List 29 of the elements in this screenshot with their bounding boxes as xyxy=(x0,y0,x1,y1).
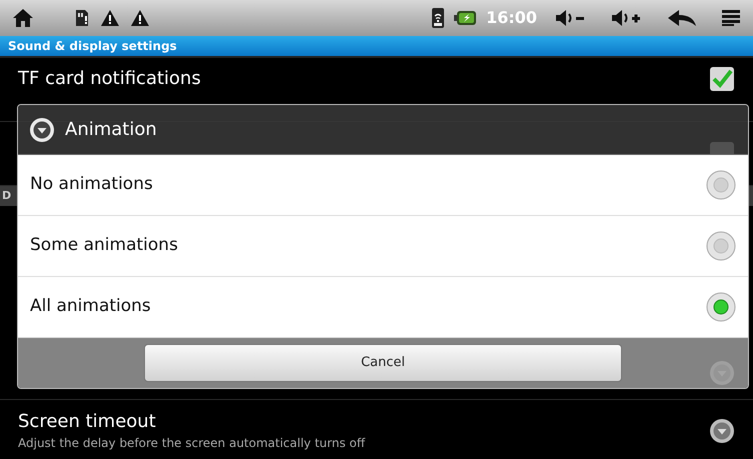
volume-up-icon[interactable] xyxy=(611,9,643,27)
animation-option[interactable]: No animations xyxy=(18,155,748,216)
volume-down-icon[interactable] xyxy=(555,9,587,27)
dropdown-icon xyxy=(29,116,55,142)
category-title: D xyxy=(2,188,12,204)
warning-icon xyxy=(130,9,150,27)
option-label: Some animations xyxy=(30,234,179,258)
screen-title: Sound & display settings xyxy=(8,38,177,55)
cancel-button[interactable]: Cancel xyxy=(144,344,622,382)
dropdown-icon[interactable] xyxy=(709,418,735,444)
menu-icon[interactable] xyxy=(721,9,741,27)
option-label: All animations xyxy=(30,295,152,318)
radio-button[interactable] xyxy=(706,292,736,322)
setting-title: TF card notifications xyxy=(18,66,202,90)
setting-summary: Adjust the delay before the screen automatically turns off xyxy=(18,434,366,452)
signal-icon xyxy=(432,8,444,28)
setting-title: Screen timeout xyxy=(18,410,157,434)
sd-card-icon xyxy=(74,9,90,27)
warning-icon xyxy=(100,9,120,27)
home-icon[interactable] xyxy=(12,8,34,28)
dialog-title: Animation xyxy=(65,118,157,142)
radio-button[interactable] xyxy=(706,231,736,261)
clock: 16:00 xyxy=(486,7,537,29)
radio-button[interactable] xyxy=(706,170,736,200)
option-label: No animations xyxy=(30,173,154,196)
back-icon[interactable] xyxy=(667,9,697,27)
checkbox[interactable] xyxy=(709,66,735,92)
animation-option[interactable]: Some animations xyxy=(18,216,748,277)
battery-charging-icon xyxy=(454,10,476,26)
